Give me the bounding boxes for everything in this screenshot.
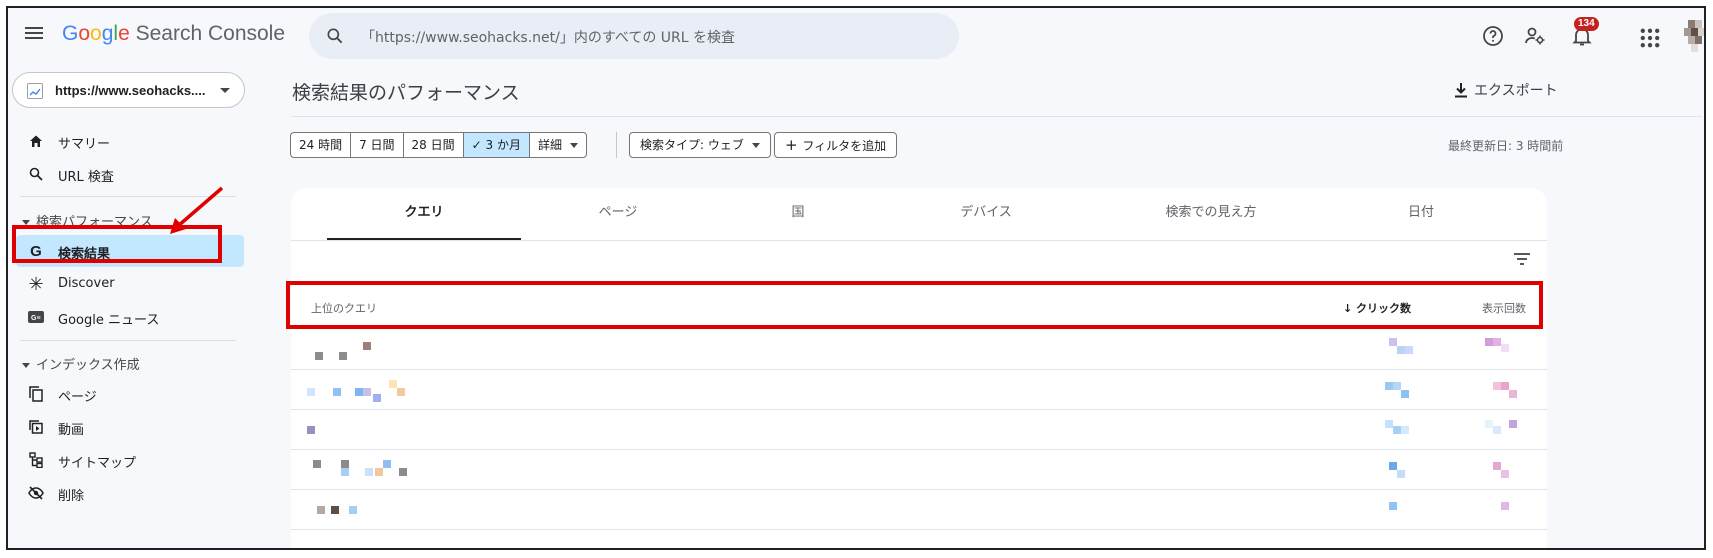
sidebar-nav: https://www.seohacks.... サマリー URL 検査 検索パ… bbox=[8, 64, 268, 548]
date-range-label: 3 か月 bbox=[485, 138, 521, 152]
apps-icon[interactable] bbox=[1638, 26, 1662, 50]
property-icon bbox=[27, 83, 43, 99]
sidebar-divider bbox=[20, 340, 236, 341]
sidebar-item-summary[interactable]: サマリー bbox=[16, 125, 244, 157]
annotation-arrow bbox=[170, 186, 224, 234]
tab-divider bbox=[291, 240, 1547, 241]
date-range-28d[interactable]: 28 日間 bbox=[404, 133, 464, 157]
logo-letter: G bbox=[62, 22, 79, 45]
search-type-label: 検索タイプ: ウェブ bbox=[640, 138, 744, 152]
menu-icon[interactable] bbox=[22, 24, 46, 48]
sidebar-item-label: Discover bbox=[58, 276, 115, 291]
last-updated: 最終更新日: 3 時間前 bbox=[1448, 139, 1564, 153]
plus-icon: + bbox=[785, 136, 803, 154]
tab-devices[interactable]: デバイス bbox=[891, 188, 1081, 240]
date-range-24h[interactable]: 24 時間 bbox=[291, 133, 352, 157]
date-range-label: 詳細 bbox=[537, 138, 562, 152]
sidebar-item-removals[interactable]: 削除 bbox=[16, 477, 244, 509]
pages-icon bbox=[28, 386, 44, 402]
page-title: 検索結果のパフォーマンス bbox=[292, 82, 520, 104]
svg-text:G≡: G≡ bbox=[31, 315, 41, 322]
logo-letter: o bbox=[90, 22, 102, 45]
url-inspection-search[interactable]: 「https://www.seohacks.net/」内のすべての URL を検… bbox=[309, 13, 959, 59]
help-icon[interactable] bbox=[1481, 24, 1505, 48]
tab-search-appearance[interactable]: 検索での見え方 bbox=[1121, 188, 1301, 240]
search-icon bbox=[28, 166, 44, 182]
tab-dates[interactable]: 日付 bbox=[1361, 188, 1481, 240]
caret-down-icon bbox=[22, 363, 30, 368]
top-app-bar: Google Search Console 「https://www.seoha… bbox=[8, 8, 1704, 64]
sidebar-item-label: 動画 bbox=[58, 423, 85, 438]
search-icon bbox=[327, 28, 343, 44]
filter-divider bbox=[616, 132, 617, 158]
sidebar-item-discover[interactable]: ✳ Discover bbox=[16, 268, 244, 300]
property-selector[interactable]: https://www.seohacks.... bbox=[12, 72, 245, 108]
date-range-7d[interactable]: 7 日間 bbox=[351, 133, 404, 157]
sidebar-item-label: Google ニュース bbox=[58, 313, 160, 328]
property-label: https://www.seohacks.... bbox=[55, 83, 206, 98]
check-icon: ✓ bbox=[471, 138, 486, 152]
sidebar-item-label: URL 検査 bbox=[58, 170, 114, 185]
product-name: Search Console bbox=[129, 22, 286, 45]
notification-badge: 134 bbox=[1574, 17, 1599, 31]
sidebar-item-videos[interactable]: 動画 bbox=[16, 411, 244, 443]
header-divider bbox=[292, 116, 1702, 117]
logo-letter: e bbox=[118, 22, 130, 45]
google-news-icon: G≡ bbox=[28, 309, 44, 325]
app-window: Google Search Console 「https://www.seoha… bbox=[6, 6, 1706, 550]
chevron-down-icon bbox=[751, 143, 760, 148]
sidebar-item-label: ページ bbox=[58, 390, 97, 405]
export-button[interactable]: エクスポート bbox=[1454, 80, 1558, 100]
add-filter-button[interactable]: + フィルタを追加 bbox=[774, 132, 898, 158]
report-table-card: クエリ ページ 国 デバイス 検索での見え方 日付 上位のクエリ ↓ クリック数… bbox=[291, 188, 1547, 548]
chevron-down-icon bbox=[569, 143, 578, 148]
table-row[interactable] bbox=[291, 370, 1547, 410]
logo-letter: g bbox=[101, 22, 114, 45]
download-icon bbox=[1455, 83, 1467, 98]
tab-pages[interactable]: ページ bbox=[521, 188, 715, 240]
filter-rows-icon[interactable] bbox=[1513, 252, 1531, 266]
table-row[interactable] bbox=[291, 330, 1547, 370]
date-range-3m[interactable]: ✓ 3 か月 bbox=[463, 133, 530, 157]
admin-icon[interactable] bbox=[1523, 24, 1547, 48]
video-icon bbox=[28, 419, 44, 435]
table-row[interactable] bbox=[291, 450, 1547, 490]
removal-icon bbox=[28, 485, 44, 501]
search-type-filter[interactable]: 検索タイプ: ウェブ bbox=[629, 132, 771, 158]
logo-letter: o bbox=[78, 22, 91, 45]
app-logo[interactable]: Google Search Console bbox=[62, 22, 285, 46]
table-row[interactable] bbox=[291, 410, 1547, 450]
sidebar-item-pages[interactable]: ページ bbox=[16, 378, 244, 410]
home-icon bbox=[28, 133, 44, 149]
search-placeholder: 「https://www.seohacks.net/」内のすべての URL を検… bbox=[361, 30, 735, 46]
sitemap-icon bbox=[28, 452, 44, 468]
section-indexing[interactable]: インデックス作成 bbox=[22, 354, 140, 373]
sidebar-item-label: 削除 bbox=[58, 489, 85, 504]
annotation-highlight-box bbox=[286, 281, 1543, 329]
add-filter-label: フィルタを追加 bbox=[802, 139, 887, 153]
sidebar-item-sitemaps[interactable]: サイトマップ bbox=[16, 444, 244, 476]
sidebar-item-google-news[interactable]: G≡ Google ニュース bbox=[16, 301, 244, 333]
table-row[interactable] bbox=[291, 490, 1547, 530]
chevron-down-icon bbox=[220, 88, 230, 93]
sidebar-item-label: サマリー bbox=[58, 137, 111, 152]
tab-countries[interactable]: 国 bbox=[715, 188, 881, 240]
tab-queries[interactable]: クエリ bbox=[327, 188, 521, 240]
account-avatar[interactable] bbox=[1680, 20, 1704, 52]
sidebar-item-label: サイトマップ bbox=[58, 456, 137, 471]
section-label: インデックス作成 bbox=[36, 358, 140, 373]
export-label: エクスポート bbox=[1474, 83, 1558, 99]
asterisk-icon: ✳ bbox=[28, 273, 44, 295]
date-range-selector: 24 時間 7 日間 28 日間 ✓ 3 か月 詳細 bbox=[290, 132, 587, 158]
date-range-custom[interactable]: 詳細 bbox=[530, 133, 586, 157]
